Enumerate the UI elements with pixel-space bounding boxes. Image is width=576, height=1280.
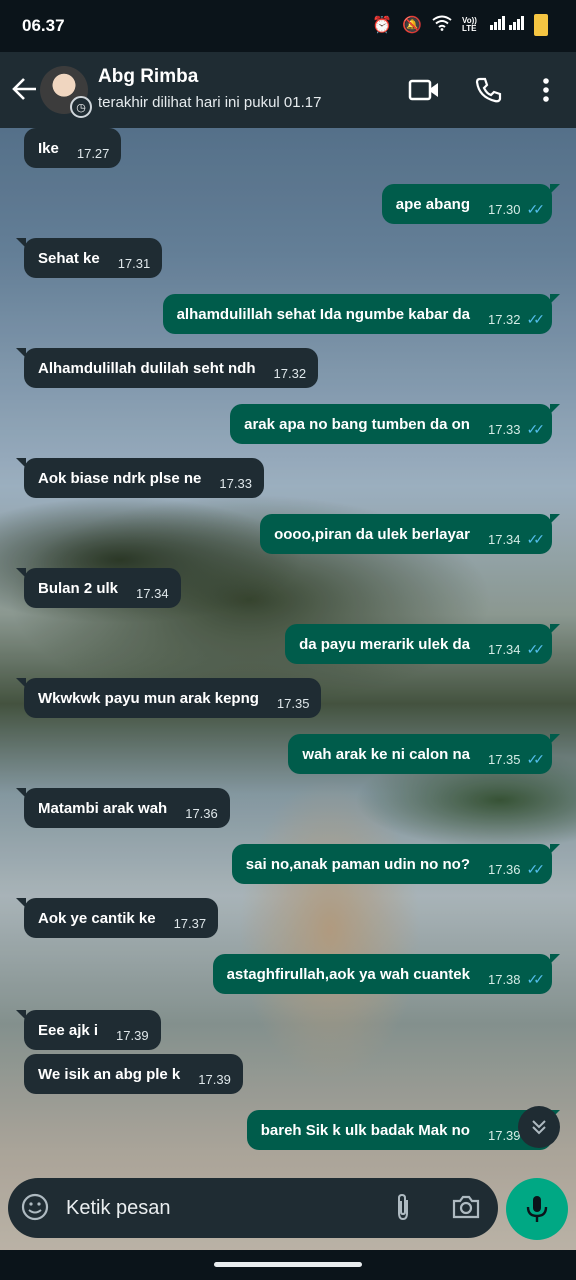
message-time: 17.31 xyxy=(117,255,151,271)
read-ticks-icon: ✓✓ xyxy=(526,200,546,217)
incoming-message[interactable]: Matambi arak wah 17.36 xyxy=(16,788,230,828)
chat-header: ◷ Abg Rimba terakhir dilihat hari ini pu… xyxy=(0,52,576,128)
incoming-message[interactable]: Alhamdulillah dulilah seht ndh 17.32 xyxy=(15,348,319,388)
message-time: 17.33 xyxy=(487,421,521,437)
status-ring-icon: ◷ xyxy=(70,96,92,118)
message-text: alhamdulillah sehat Ida ngumbe kabar da xyxy=(176,305,470,323)
message-text: arak apa no bang tumben da on xyxy=(244,415,470,433)
message-time: 17.39 xyxy=(487,1127,521,1143)
read-ticks-icon: ✓✓ xyxy=(526,640,546,657)
alarm-icon: ⏰ xyxy=(372,17,393,34)
message-time: 17.35 xyxy=(276,695,310,711)
message-text: da payu merarik ulek da xyxy=(299,635,470,653)
message-time: 17.36 xyxy=(185,805,218,821)
message-time: 17.32 xyxy=(487,311,521,327)
read-ticks-icon: ✓✓ xyxy=(526,310,546,327)
home-indicator[interactable] xyxy=(214,1262,362,1267)
message-text: Aok ye cantik ke xyxy=(38,909,156,927)
outgoing-message[interactable]: bareh Sik k ulk badak Mak no17.39✓✓ xyxy=(246,1110,561,1150)
more-vert-icon[interactable] xyxy=(530,74,562,106)
message-text: Aok biase ndrk plse ne xyxy=(38,469,202,487)
message-time: 17.34 xyxy=(136,585,169,601)
video-call-icon[interactable] xyxy=(408,74,440,106)
message-time: 17.36 xyxy=(487,861,521,877)
message-time: 17.38 xyxy=(487,971,521,987)
message-time: 17.39 xyxy=(198,1071,231,1087)
message-text: astaghfirullah,aok ya wah cuantek xyxy=(226,965,470,983)
message-time: 17.37 xyxy=(173,915,207,931)
message-time: 17.35 xyxy=(487,751,521,767)
contact-name[interactable]: Abg Rimba xyxy=(98,66,198,88)
message-text: Sehat ke xyxy=(38,249,100,267)
status-time: 06.37 xyxy=(22,16,65,35)
signal-icon xyxy=(490,15,524,35)
message-time: 17.39 xyxy=(116,1027,149,1043)
message-text: We isik an abg ple k xyxy=(38,1065,181,1083)
system-nav-bar xyxy=(0,1250,576,1280)
incoming-message[interactable]: Aok biase ndrk plse ne 17.33 xyxy=(16,458,264,498)
incoming-message[interactable]: Eee ajk i 17.39 xyxy=(16,1010,161,1050)
read-ticks-icon: ✓✓ xyxy=(526,970,546,987)
message-text: sai no,anak paman udin no no? xyxy=(245,855,470,873)
emoji-icon[interactable] xyxy=(20,1192,50,1222)
status-bar: 06.37 ⏰ 🔕 Vo)) LTE xyxy=(0,0,576,52)
message-time: 17.33 xyxy=(219,475,252,491)
outgoing-message[interactable]: arak apa no bang tumben da on 17.33 ✓✓ xyxy=(230,404,560,444)
read-ticks-icon: ✓✓ xyxy=(526,420,546,437)
message-input[interactable]: Ketik pesan xyxy=(66,1197,171,1220)
wifi-icon xyxy=(432,15,452,36)
incoming-message[interactable]: Sehat ke 17.31 xyxy=(15,238,163,278)
arrow-left-icon[interactable] xyxy=(12,76,38,106)
message-time: 17.30 xyxy=(487,201,521,217)
incoming-message[interactable]: Ike 17.27 xyxy=(24,128,122,168)
message-time: 17.34 xyxy=(487,641,521,657)
message-text: oooo,piran da ulek berlayar xyxy=(274,525,470,543)
double-chevron-down-icon[interactable] xyxy=(518,1106,560,1148)
battery-icon xyxy=(534,14,548,36)
mic-icon[interactable] xyxy=(506,1178,568,1240)
last-seen-status[interactable]: terakhir dilihat hari ini pukul 01.17 xyxy=(98,94,321,111)
outgoing-message[interactable]: oooo,piran da ulek berlayar 17.34 ✓✓ xyxy=(260,514,560,554)
status-icons: ⏰ 🔕 Vo)) LTE xyxy=(372,14,548,36)
message-text: Alhamdulillah dulilah seht ndh xyxy=(38,359,256,377)
message-text: Bulan 2 ulk xyxy=(38,579,119,597)
mute-icon: 🔕 xyxy=(402,17,422,34)
message-list[interactable]: Ike 17.27 ape abang 17.30 ✓✓ Sehat ke 17.31 … xyxy=(0,128,576,1168)
message-text: Wkwkwk payu mun arak kepng xyxy=(38,689,259,707)
incoming-message[interactable]: Aok ye cantik ke 17.37 xyxy=(15,898,219,938)
outgoing-message[interactable]: astaghfirullah,aok ya wah cuantek 17.38 ✓✓ xyxy=(212,954,561,994)
message-text: Ike xyxy=(38,139,59,157)
read-ticks-icon: ✓✓ xyxy=(526,530,546,547)
message-composer[interactable]: Ketik pesan xyxy=(8,1178,498,1238)
paperclip-icon[interactable] xyxy=(388,1192,418,1222)
outgoing-message[interactable]: alhamdulillah sehat Ida ngumbe kabar da 1… xyxy=(162,294,561,334)
message-text: ape abang xyxy=(395,195,470,213)
outgoing-message[interactable]: da payu merarik ulek da 17.34 ✓✓ xyxy=(285,624,560,664)
incoming-message[interactable]: We isik an abg ple k 17.39 xyxy=(24,1054,243,1094)
phone-icon[interactable] xyxy=(472,74,504,106)
incoming-message[interactable]: Wkwkwk payu mun arak kepng 17.35 xyxy=(15,678,322,718)
message-time: 17.34 xyxy=(487,531,521,547)
message-text: Matambi arak wah xyxy=(38,799,168,817)
outgoing-message[interactable]: sai no,anak paman udin no no? 17.36 ✓✓ xyxy=(231,844,561,884)
message-time: 17.27 xyxy=(76,145,110,161)
camera-icon[interactable] xyxy=(450,1192,482,1222)
outgoing-message[interactable]: ape abang 17.30 ✓✓ xyxy=(381,184,561,224)
volte-label: Vo)) LTE xyxy=(462,16,477,33)
read-ticks-icon: ✓✓ xyxy=(526,750,546,767)
outgoing-message[interactable]: wah arak ke ni calon na 17.35 ✓✓ xyxy=(288,734,560,774)
message-text: bareh Sik k ulk badak Mak no xyxy=(260,1121,470,1139)
message-text: wah arak ke ni calon na xyxy=(302,745,470,763)
read-ticks-icon: ✓✓ xyxy=(526,860,546,877)
message-text: Eee ajk i xyxy=(38,1021,99,1039)
message-time: 17.32 xyxy=(273,365,307,381)
incoming-message[interactable]: Bulan 2 ulk 17.34 xyxy=(16,568,181,608)
